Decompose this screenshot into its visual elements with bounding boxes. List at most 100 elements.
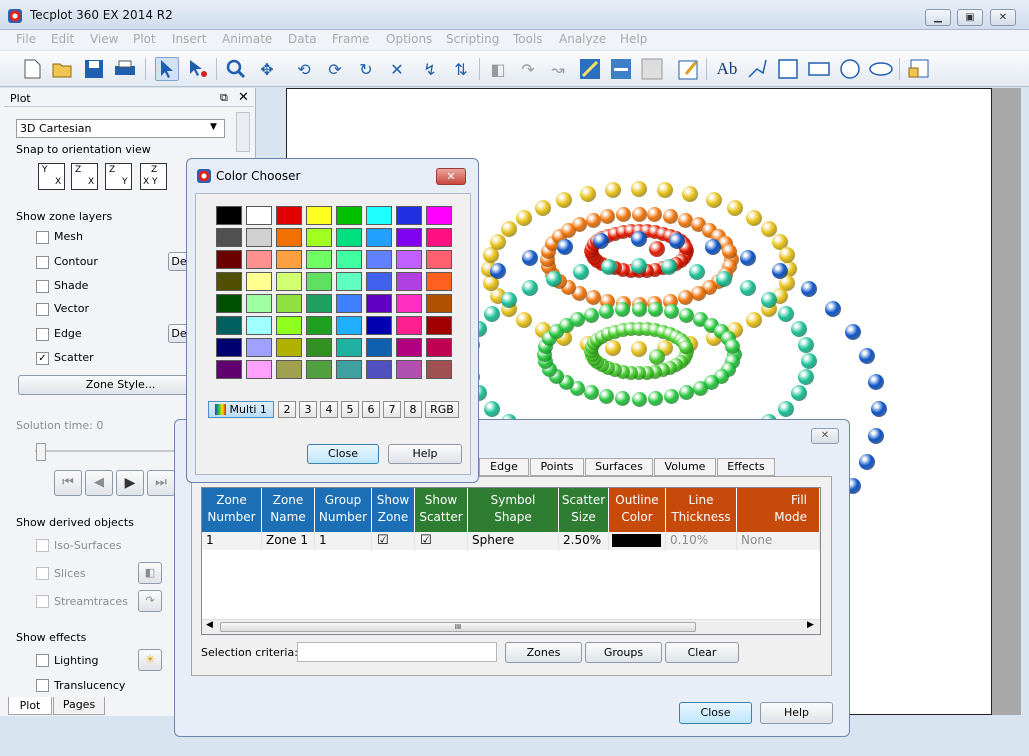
color-swatch[interactable]: [366, 272, 392, 291]
close-icon[interactable]: ✕: [811, 428, 839, 444]
column-header[interactable]: Show Zone: [372, 488, 415, 532]
column-header[interactable]: Symbol Shape: [468, 488, 559, 532]
translucency-checkbox[interactable]: [36, 679, 49, 692]
select-arrow-icon[interactable]: [155, 57, 179, 81]
time-slider-thumb[interactable]: [36, 443, 46, 461]
maximize-button[interactable]: ▣: [957, 9, 983, 26]
color-swatch[interactable]: [276, 316, 302, 335]
pin-icon[interactable]: ⧉: [220, 91, 228, 105]
color-swatch[interactable]: [276, 338, 302, 357]
vector-checkbox[interactable]: [36, 303, 49, 316]
color-swatch[interactable]: [336, 228, 362, 247]
scroll-thumb[interactable]: III: [220, 622, 696, 632]
menu-file[interactable]: File: [16, 32, 36, 46]
color-swatch[interactable]: [306, 360, 332, 379]
color-swatch[interactable]: [396, 338, 422, 357]
rotate-z-icon[interactable]: ⇅: [449, 57, 473, 81]
snap-yz-button[interactable]: ZY: [105, 163, 132, 190]
menu-analyze[interactable]: Analyze: [559, 32, 606, 46]
color-swatch[interactable]: [306, 272, 332, 291]
color-swatch[interactable]: [306, 250, 332, 269]
open-file-icon[interactable]: [51, 57, 75, 81]
rectangle-icon[interactable]: [807, 57, 831, 81]
color-swatch[interactable]: [366, 360, 392, 379]
menu-animate[interactable]: Animate: [222, 32, 272, 46]
close-icon[interactable]: ✕: [436, 168, 466, 185]
color-swatch[interactable]: [306, 206, 332, 225]
streamtraces-checkbox[interactable]: [36, 595, 49, 608]
color-swatch[interactable]: [306, 294, 332, 313]
color-swatch[interactable]: [216, 206, 242, 225]
color-swatch[interactable]: [336, 250, 362, 269]
tab-color-3[interactable]: 3: [299, 401, 317, 418]
scroll-left-icon[interactable]: ◀: [206, 620, 213, 630]
symbol-shape-cell[interactable]: Sphere: [468, 532, 559, 550]
line-tool-icon[interactable]: [745, 57, 769, 81]
tab-color-6[interactable]: 6: [362, 401, 380, 418]
tab-color-4[interactable]: 4: [320, 401, 338, 418]
color-swatch[interactable]: [216, 250, 242, 269]
color-swatch[interactable]: [216, 360, 242, 379]
color-swatch[interactable]: [336, 316, 362, 335]
zones-button[interactable]: Zones: [505, 642, 582, 663]
mesh-checkbox[interactable]: [36, 231, 49, 244]
probe-icon[interactable]: ◧: [486, 57, 510, 81]
clear-button[interactable]: Clear: [665, 642, 739, 663]
menu-tools[interactable]: Tools: [513, 32, 543, 46]
color-swatch[interactable]: [396, 228, 422, 247]
color-swatch[interactable]: [276, 272, 302, 291]
color-swatch[interactable]: [426, 228, 452, 247]
tab-color-7[interactable]: 7: [383, 401, 401, 418]
tab-color-2[interactable]: 2: [278, 401, 296, 418]
tab-color-5[interactable]: 5: [341, 401, 359, 418]
column-header[interactable]: Line Thickness: [666, 488, 737, 532]
snap-xyz-button[interactable]: ZX Y: [140, 163, 167, 190]
show-zone-checkbox[interactable]: ☑: [372, 532, 415, 550]
color-swatch[interactable]: [276, 250, 302, 269]
zone-name-cell[interactable]: Zone 1: [262, 532, 315, 550]
menu-view[interactable]: View: [90, 32, 118, 46]
horizontal-scrollbar[interactable]: ◀ III ▶: [202, 619, 820, 634]
color-swatch[interactable]: [366, 206, 392, 225]
play-button[interactable]: ▶: [116, 470, 144, 496]
help-button[interactable]: Help: [388, 444, 462, 464]
show-scatter-checkbox[interactable]: ☑: [415, 532, 468, 550]
edge-checkbox[interactable]: [36, 328, 49, 341]
menu-help[interactable]: Help: [620, 32, 647, 46]
color-swatch[interactable]: [366, 228, 392, 247]
color-swatch[interactable]: [246, 294, 272, 313]
tab-plot[interactable]: Plot: [8, 697, 52, 715]
color-swatch[interactable]: [306, 338, 332, 357]
color-swatch[interactable]: [426, 272, 452, 291]
tab-pages[interactable]: Pages: [53, 697, 105, 715]
plot-type-select[interactable]: 3D Cartesian ▼: [16, 119, 225, 138]
color-swatch[interactable]: [336, 294, 362, 313]
color-swatch[interactable]: [246, 338, 272, 357]
column-header[interactable]: Zone Number: [202, 488, 262, 532]
save-icon[interactable]: [82, 57, 106, 81]
color-swatch[interactable]: [246, 206, 272, 225]
lighting-details-icon[interactable]: ☀: [138, 649, 162, 671]
rectangle-frame-icon[interactable]: [776, 57, 800, 81]
color-swatch[interactable]: [426, 206, 452, 225]
color-swatch[interactable]: [336, 338, 362, 357]
add-contour-icon[interactable]: [578, 57, 602, 81]
slice-icon[interactable]: ↷: [516, 57, 540, 81]
color-swatch[interactable]: [276, 228, 302, 247]
color-swatch[interactable]: [396, 250, 422, 269]
color-swatch[interactable]: [366, 250, 392, 269]
color-swatch[interactable]: [396, 206, 422, 225]
menu-options[interactable]: Options: [386, 32, 432, 46]
color-swatch[interactable]: [216, 228, 242, 247]
color-swatch[interactable]: [396, 294, 422, 313]
color-swatch[interactable]: [306, 316, 332, 335]
new-file-icon[interactable]: [20, 57, 44, 81]
tab-rgb[interactable]: RGB: [425, 401, 459, 418]
text-tool-icon[interactable]: Ab: [714, 57, 740, 81]
tab-surfaces[interactable]: Surfaces: [585, 458, 653, 476]
streamtrace-icon[interactable]: ↝: [546, 57, 570, 81]
zone-style-grid[interactable]: Zone Number Zone Name Group Number Show …: [201, 487, 821, 635]
spin-icon[interactable]: ↻: [354, 57, 378, 81]
color-swatch[interactable]: [306, 228, 332, 247]
tab-volume[interactable]: Volume: [654, 458, 716, 476]
